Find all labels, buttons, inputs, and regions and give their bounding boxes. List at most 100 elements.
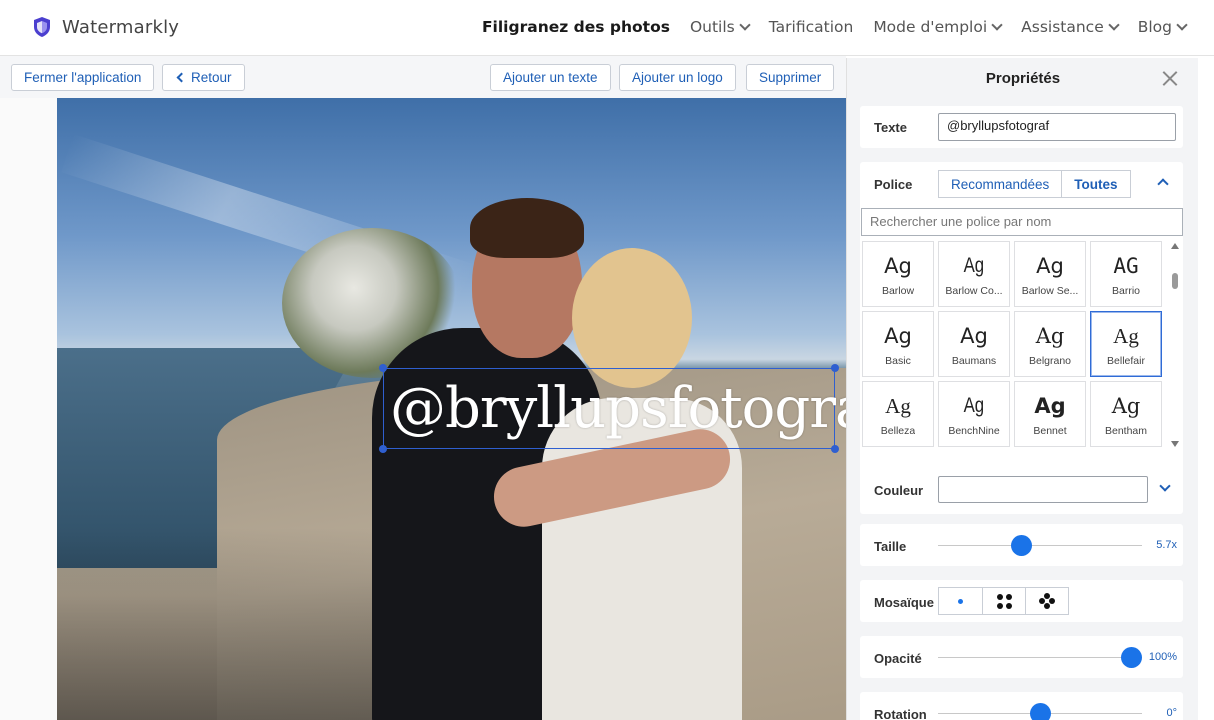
- chevron-down-icon: [739, 19, 751, 31]
- nav-how-to[interactable]: Mode d'emploi: [873, 18, 1003, 36]
- font-sample: AG: [1113, 254, 1139, 278]
- nav-label: Outils: [689, 18, 735, 36]
- shield-logo-icon: [34, 17, 50, 37]
- size-label: Taille: [874, 539, 907, 554]
- font-option[interactable]: Ag Belleza: [862, 381, 934, 447]
- font-search-input[interactable]: Rechercher une police par nom: [861, 208, 1183, 236]
- font-sample: Ag: [1036, 254, 1064, 278]
- font-list-scrollbar[interactable]: [1170, 243, 1180, 447]
- font-list: Ag Barlow Ag Barlow Co... Ag Barlow Se... AG Ba…: [862, 241, 1168, 447]
- scroll-up-arrow-icon[interactable]: [1171, 243, 1179, 249]
- font-sample: Ag: [884, 324, 912, 348]
- kissing-couple: [282, 198, 742, 720]
- font-option[interactable]: Ag Baumans: [938, 311, 1010, 377]
- chevron-down-icon: [1176, 19, 1188, 31]
- opacity-label: Opacité: [874, 651, 922, 666]
- chevron-down-icon[interactable]: [1159, 480, 1171, 492]
- single-tile-button[interactable]: [939, 588, 982, 614]
- top-navigation: Watermarkly Filigranez des photos Outils…: [0, 0, 1214, 56]
- font-sample: Ag: [963, 394, 985, 417]
- text-label: Texte: [874, 120, 907, 135]
- properties-panel: Propriétés Texte @bryllupsfotograf Polic…: [846, 58, 1198, 720]
- font-name: BenchNine: [948, 425, 1000, 437]
- font-sample: Ag: [963, 254, 985, 277]
- resize-handle[interactable]: [379, 364, 387, 372]
- brand-name: Watermarkly: [62, 16, 180, 38]
- watermark-text-input[interactable]: @bryllupsfotograf: [938, 113, 1176, 141]
- font-option[interactable]: Ag Bennet: [1014, 381, 1086, 447]
- watermark-text-selection[interactable]: @bryllupsfotograf: [379, 364, 846, 453]
- rotation-value: 0°: [1166, 707, 1177, 719]
- font-sample: Ag: [884, 254, 912, 278]
- bride-head: [572, 248, 692, 388]
- chevron-down-icon: [1108, 19, 1120, 31]
- size-slider-thumb[interactable]: [1011, 535, 1033, 556]
- resize-handle[interactable]: [831, 445, 839, 453]
- close-app-button[interactable]: Fermer l'application: [11, 64, 155, 91]
- size-card: Taille 5.7x: [860, 524, 1183, 566]
- font-option[interactable]: Ag Basic: [862, 311, 934, 377]
- font-option[interactable]: AG Barrio: [1090, 241, 1162, 307]
- nav-label: Filigranez des photos: [481, 18, 670, 36]
- font-name: Barlow: [881, 285, 915, 297]
- add-logo-button[interactable]: Ajouter un logo: [619, 64, 736, 91]
- nav-pricing[interactable]: Tarification: [769, 18, 854, 36]
- font-sample: Ag: [885, 394, 911, 418]
- back-button[interactable]: Retour: [162, 64, 245, 91]
- button-label: Retour: [191, 70, 232, 85]
- tab-recommended[interactable]: Recommandées: [939, 171, 1062, 197]
- font-name: Barrio: [1111, 285, 1140, 297]
- delete-button[interactable]: Supprimer: [746, 64, 835, 91]
- rotation-label: Rotation: [874, 707, 927, 720]
- size-value: 5.7x: [1156, 539, 1177, 551]
- chevron-left-icon: [176, 72, 187, 83]
- resize-handle[interactable]: [831, 364, 839, 372]
- close-icon[interactable]: [1162, 70, 1178, 86]
- nav-label: Assistance: [1021, 18, 1104, 36]
- opacity-slider-thumb[interactable]: [1121, 647, 1142, 668]
- main-menu: Filigranez des photos Outils Tarificatio…: [482, 18, 1188, 36]
- four-dots-icon: [996, 593, 1012, 609]
- five-dots-icon: [1039, 593, 1055, 609]
- resize-handle[interactable]: [379, 445, 387, 453]
- tab-all-fonts[interactable]: Toutes: [1061, 171, 1130, 197]
- font-option[interactable]: Ag BenchNine: [938, 381, 1010, 447]
- page-scrollbar[interactable]: [1198, 56, 1214, 720]
- tiling-mode-selector: [938, 587, 1069, 615]
- button-label: Ajouter un logo: [632, 70, 723, 85]
- add-text-button[interactable]: Ajouter un texte: [490, 64, 611, 91]
- groom-hair: [470, 198, 584, 258]
- font-sample: Ag: [1111, 394, 1141, 418]
- color-picker[interactable]: [938, 476, 1148, 503]
- font-option[interactable]: Ag Bellefair: [1090, 311, 1162, 377]
- font-name: Basic: [885, 355, 911, 367]
- opacity-card: Opacité 100%: [860, 636, 1183, 678]
- chevron-up-icon[interactable]: [1157, 178, 1169, 190]
- font-name: Bellefair: [1107, 355, 1145, 367]
- diagonal-tile-button[interactable]: [1025, 588, 1068, 614]
- nav-blog[interactable]: Blog: [1138, 18, 1188, 36]
- nav-watermark-photos[interactable]: Filigranez des photos: [482, 18, 670, 36]
- nav-tools[interactable]: Outils: [689, 18, 751, 36]
- watermark-text: @bryllupsfotograf: [390, 376, 846, 441]
- button-label: Ajouter un texte: [503, 70, 598, 85]
- opacity-slider-track[interactable]: [938, 657, 1142, 658]
- size-slider-track[interactable]: [938, 545, 1142, 546]
- tiling-card: Mosaïque: [860, 580, 1183, 622]
- font-option[interactable]: Ag Barlow Co...: [938, 241, 1010, 307]
- nav-support[interactable]: Assistance: [1021, 18, 1120, 36]
- font-sample: Ag: [1113, 324, 1139, 348]
- font-option[interactable]: Ag Barlow: [862, 241, 934, 307]
- font-option[interactable]: Ag Belgrano: [1014, 311, 1086, 377]
- nav-label: Mode d'emploi: [873, 18, 988, 36]
- font-option[interactable]: Ag Barlow Se...: [1014, 241, 1086, 307]
- wedding-photo: @bryllupsfotograf: [57, 98, 846, 720]
- scroll-thumb[interactable]: [1172, 273, 1178, 289]
- tiling-label: Mosaïque: [874, 595, 934, 610]
- button-label: Supprimer: [759, 70, 822, 85]
- rotation-slider-thumb[interactable]: [1029, 703, 1051, 720]
- font-option[interactable]: Ag Bentham: [1090, 381, 1162, 447]
- grid-tile-button[interactable]: [982, 588, 1025, 614]
- brand[interactable]: Watermarkly: [32, 16, 179, 38]
- scroll-down-arrow-icon[interactable]: [1171, 441, 1179, 447]
